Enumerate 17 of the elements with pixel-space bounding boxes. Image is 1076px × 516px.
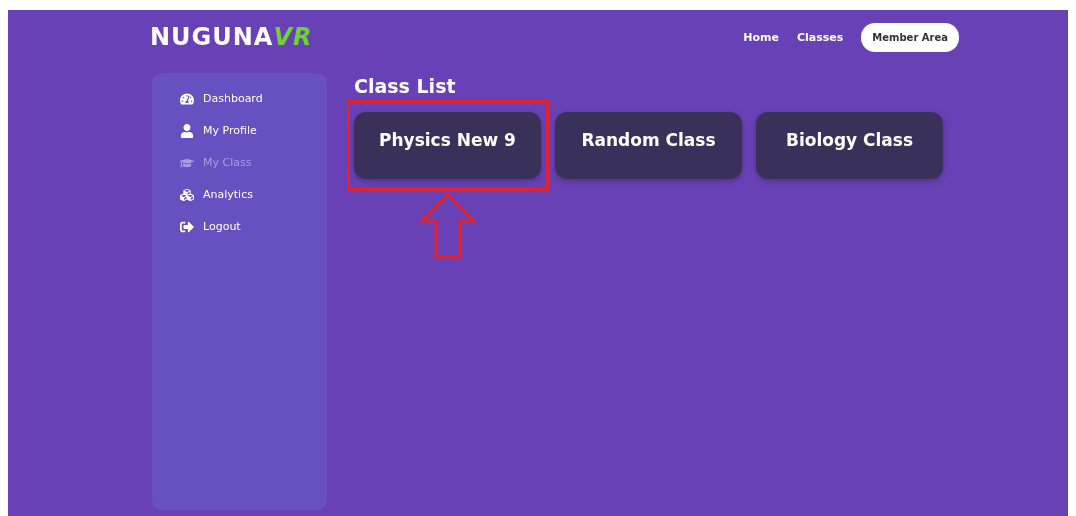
section-title: Class List [354, 75, 457, 97]
class-card[interactable]: Random Class [555, 112, 742, 179]
gauge-icon [178, 91, 195, 106]
nav-link[interactable]: Home [743, 30, 779, 44]
logo[interactable]: NUGUNAVR [150, 23, 313, 51]
user-icon [178, 123, 195, 138]
class-card[interactable]: Physics New 9 [354, 112, 541, 179]
sidebar-item[interactable]: My Profile [178, 121, 327, 140]
class-card[interactable]: Biology Class [756, 112, 943, 179]
up-arrow-annotation [420, 193, 476, 259]
sidebar-item[interactable]: Analytics [178, 185, 327, 204]
exit-icon [178, 219, 195, 234]
member-area-button[interactable]: Member Area [861, 22, 959, 52]
cubes-icon [178, 187, 195, 202]
sidebar-item[interactable]: Logout [178, 217, 327, 236]
sidebar-item[interactable]: Dashboard [178, 89, 327, 108]
nav-link[interactable]: Classes [796, 30, 844, 44]
